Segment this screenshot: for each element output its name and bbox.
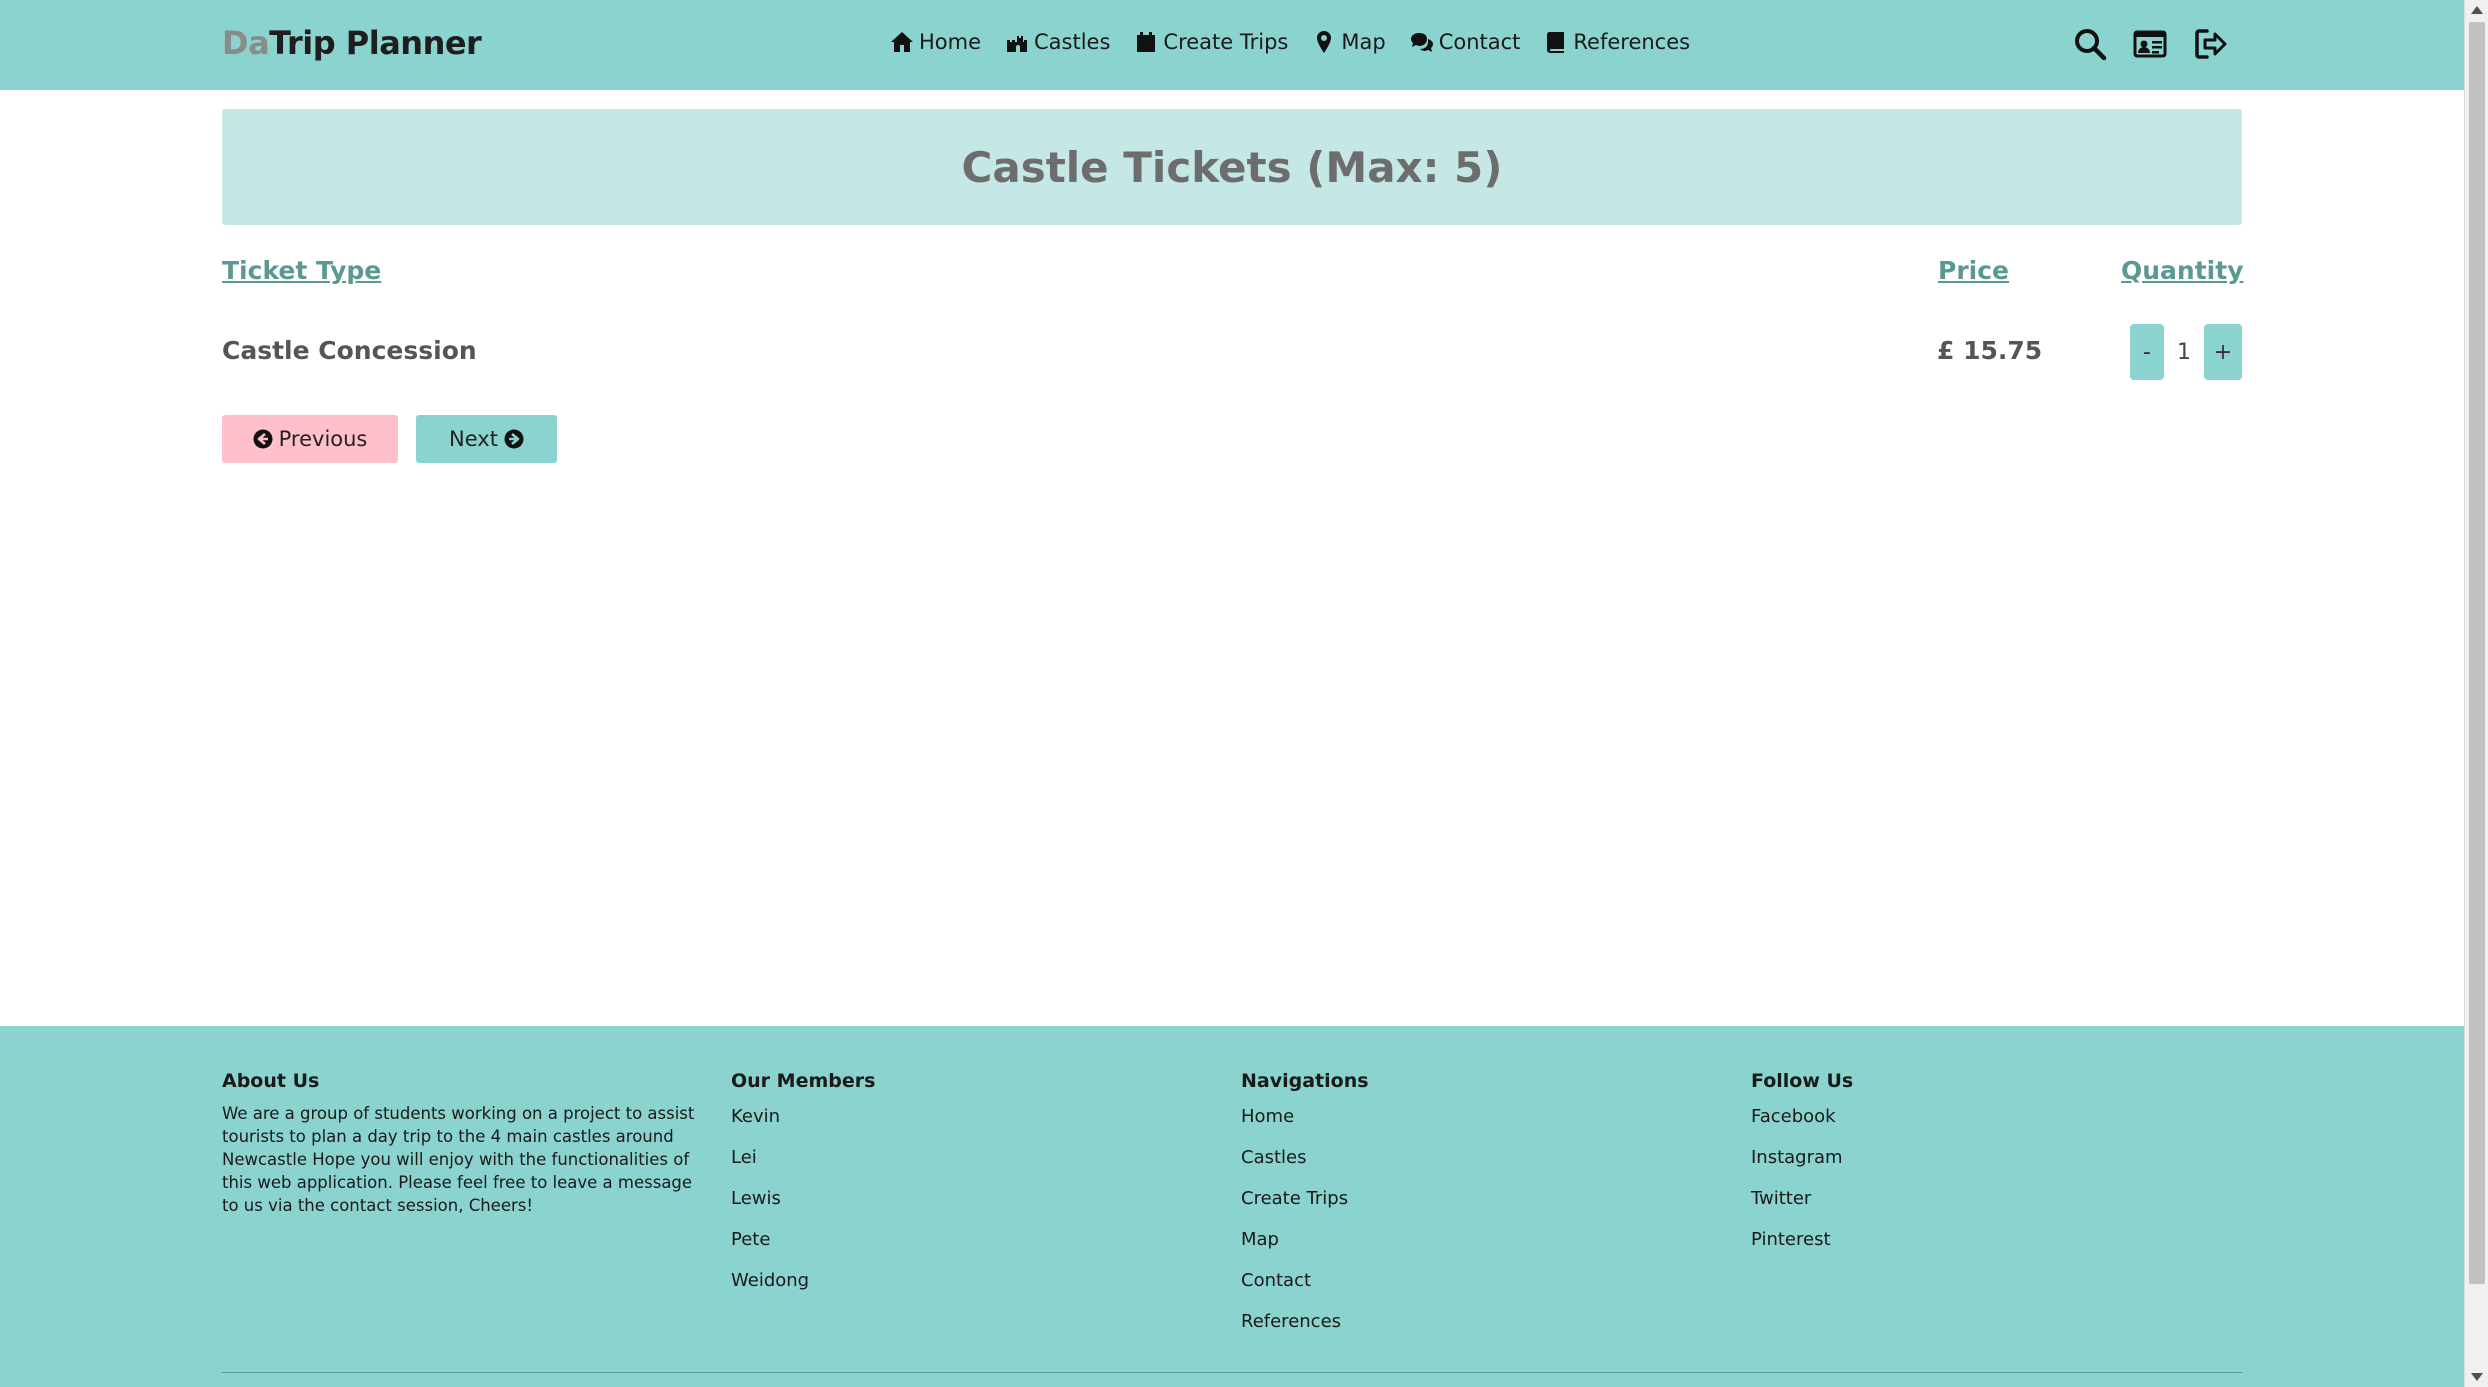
footer-member-item[interactable]: Lei	[731, 1137, 875, 1178]
sign-out-icon	[2195, 29, 2227, 59]
quantity-stepper: - 1 +	[2130, 324, 2242, 380]
next-button[interactable]: Next	[416, 415, 557, 463]
increase-quantity-button[interactable]: +	[2204, 324, 2242, 380]
footer-about-title: About Us	[222, 1070, 320, 1092]
footer-follow-pinterest[interactable]: Pinterest	[1751, 1219, 1853, 1260]
nav-references-label: References	[1573, 30, 1691, 54]
footer-nav-castles[interactable]: Castles	[1241, 1137, 1369, 1178]
decrease-quantity-button[interactable]: -	[2130, 324, 2164, 380]
footer-follow-title: Follow Us	[1751, 1070, 1854, 1092]
nav-map-label: Map	[1341, 30, 1386, 54]
nav-map[interactable]: Map	[1312, 30, 1386, 54]
page-title-panel: Castle Tickets (Max: 5)	[222, 109, 2242, 225]
footer-follow-instagram[interactable]: Instagram	[1751, 1137, 1853, 1178]
search-icon	[2075, 29, 2107, 61]
column-header-price[interactable]: Price	[1938, 256, 2009, 285]
footer-nav-contact[interactable]: Contact	[1241, 1260, 1369, 1301]
page-title: Castle Tickets (Max: 5)	[961, 142, 1503, 192]
map-marker-icon	[1317, 31, 1332, 53]
vertical-scrollbar[interactable]	[2464, 0, 2488, 1387]
profile-button[interactable]	[2132, 26, 2168, 62]
nav-castles-label: Castles	[1034, 30, 1111, 54]
book-icon	[1547, 32, 1565, 53]
scroll-down-arrow-icon[interactable]	[2471, 1373, 2483, 1381]
footer-member-item[interactable]: Weidong	[731, 1260, 875, 1301]
footer-about-text: We are a group of students working on a …	[222, 1104, 695, 1215]
logout-button[interactable]	[2192, 26, 2228, 62]
calendar-icon	[1137, 32, 1156, 52]
comments-icon	[1410, 33, 1433, 52]
footer-member-item[interactable]: Kevin	[731, 1096, 875, 1137]
nav-castles[interactable]: Castles	[1005, 30, 1110, 54]
footer-nav-map[interactable]: Map	[1241, 1219, 1369, 1260]
nav-references[interactable]: References	[1544, 30, 1690, 54]
top-navbar: DaTrip Planner Home Castles Create Trips…	[0, 0, 2464, 90]
previous-button[interactable]: Previous	[222, 415, 398, 463]
column-header-ticket-type[interactable]: Ticket Type	[222, 256, 381, 285]
footer-member-item[interactable]: Pete	[731, 1219, 875, 1260]
nav-right-icons	[2072, 26, 2228, 62]
footer-navigations-title: Navigations	[1241, 1070, 1369, 1092]
footer-members-title: Our Members	[731, 1070, 876, 1092]
footer-members: Our Members Kevin Lei Lewis Pete Weidong	[731, 1070, 875, 1301]
brand-prefix: Da	[222, 24, 270, 62]
footer-member-item[interactable]: Lewis	[731, 1178, 875, 1219]
nav-create-trips-label: Create Trips	[1163, 30, 1289, 54]
scroll-thumb[interactable]	[2469, 22, 2485, 1284]
brand-name: Trip Planner	[269, 24, 482, 62]
brand-logo[interactable]: DaTrip Planner	[222, 24, 482, 62]
scroll-up-arrow-icon[interactable]	[2471, 6, 2483, 14]
castle-icon	[1007, 36, 1028, 52]
arrow-circle-left-icon	[253, 429, 273, 449]
footer-navigations: Navigations Home Castles Create Trips Ma…	[1241, 1070, 1369, 1342]
arrow-circle-right-icon	[504, 429, 524, 449]
ticket-price-cell: £ 15.75	[1937, 336, 2043, 365]
footer-follow-twitter[interactable]: Twitter	[1751, 1178, 1853, 1219]
footer-follow: Follow Us Facebook Instagram Twitter Pin…	[1751, 1070, 1853, 1260]
home-icon	[891, 32, 913, 52]
quantity-value: 1	[2177, 339, 2191, 365]
nav-contact[interactable]: Contact	[1410, 30, 1521, 54]
footer-divider	[222, 1372, 2242, 1373]
nav-home-label: Home	[919, 30, 982, 54]
previous-button-label: Previous	[278, 427, 368, 451]
column-header-quantity[interactable]: Quantity	[2121, 256, 2244, 285]
nav-links: Home Castles Create Trips Map Contact Re…	[890, 30, 1690, 54]
ticket-type-cell: Castle Concession	[222, 336, 477, 365]
footer-nav-references[interactable]: References	[1241, 1301, 1369, 1342]
nav-home[interactable]: Home	[890, 30, 981, 54]
footer: About Us We are a group of students work…	[0, 1026, 2464, 1387]
nav-contact-label: Contact	[1438, 30, 1521, 54]
footer-nav-create-trips[interactable]: Create Trips	[1241, 1178, 1369, 1219]
next-button-label: Next	[449, 427, 498, 451]
search-button[interactable]	[2072, 26, 2108, 62]
footer-nav-home[interactable]: Home	[1241, 1096, 1369, 1137]
footer-about: About Us We are a group of students work…	[222, 1070, 712, 1217]
footer-follow-facebook[interactable]: Facebook	[1751, 1096, 1853, 1137]
id-card-icon	[2133, 30, 2167, 58]
nav-create-trips[interactable]: Create Trips	[1134, 30, 1288, 54]
